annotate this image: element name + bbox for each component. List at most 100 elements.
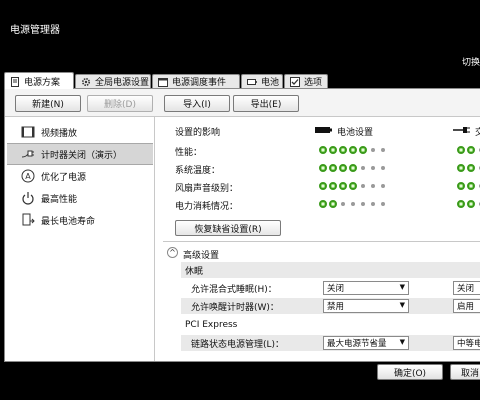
cancel-button[interactable]: 取消 <box>450 364 480 380</box>
select-value: 启用 <box>457 302 475 312</box>
rating-dot-filled <box>329 182 337 190</box>
window-title: 电源管理器 <box>10 25 60 36</box>
rating-dot-empty <box>381 202 385 206</box>
dropdown-arrow-icon: ▼ <box>399 338 405 346</box>
battery-column-label: 电池设置 <box>337 128 374 138</box>
dropdown-arrow-icon: ▼ <box>399 301 405 309</box>
dropdown-arrow-icon: ▼ <box>399 283 405 291</box>
calendar-icon <box>158 77 168 87</box>
advanced-title: 高级设置 <box>183 251 220 261</box>
tab-options[interactable]: 选项 <box>284 74 328 88</box>
import-button[interactable]: 导入(I) <box>164 95 230 112</box>
checkbox-icon <box>290 77 300 87</box>
rating-dot-filled <box>339 146 347 154</box>
plan-item-max-performance[interactable]: 最高性能 <box>7 187 153 209</box>
rating-dot-filled <box>319 182 327 190</box>
battery-rating-meter <box>319 164 387 172</box>
rating-dot-filled <box>467 200 475 208</box>
ac-rating-meter <box>457 146 480 154</box>
rating-dot-empty <box>381 148 385 152</box>
tab-power-plans[interactable]: 电源方案 <box>4 72 74 89</box>
top-right-label[interactable]: 切换 <box>462 55 480 68</box>
rating-dot-filled <box>349 182 357 190</box>
tab-label: 电源方案 <box>24 77 61 88</box>
rating-dot-empty <box>381 166 385 170</box>
rating-dot-filled <box>457 146 465 154</box>
collapse-icon[interactable]: ^ <box>167 247 178 258</box>
plan-item-timer-off[interactable]: 计时器关闭（演示） <box>7 143 153 165</box>
link-state-battery-select[interactable]: 最大电源节省量 ▼ <box>323 336 409 350</box>
rating-dot-empty <box>361 202 365 206</box>
rating-dot-filled <box>319 200 327 208</box>
plan-label: 优化了电源 <box>41 172 87 183</box>
plan-item-video[interactable]: 视频播放 <box>7 121 153 143</box>
setting-label: 链路状态电源管理(L)： <box>191 339 285 350</box>
rating-dot-empty <box>361 166 365 170</box>
rating-dot-filled <box>457 182 465 190</box>
delete-button[interactable]: 删除(D) <box>87 95 153 112</box>
link-state-ac-select[interactable]: 中等电源 <box>453 336 480 350</box>
tab-label: 电源调度事件 <box>172 78 227 88</box>
plan-label: 最长电池寿命 <box>41 216 96 227</box>
rating-dot-empty <box>371 166 375 170</box>
plug-icon <box>453 126 471 137</box>
plan-item-max-battery[interactable]: 最长电池寿命 <box>7 209 153 231</box>
toolbar: 新建(N) 删除(D) 导入(I) 导出(E) <box>5 89 480 117</box>
group-header-sleep: 休眠 <box>181 262 480 278</box>
tab-battery[interactable]: 电池 <box>241 74 283 88</box>
rating-label: 电力消耗情况： <box>175 202 239 212</box>
rating-dot-filled <box>467 182 475 190</box>
rating-dot-filled <box>349 146 357 154</box>
rating-dot-empty <box>371 202 375 206</box>
battery-rating-meter <box>319 182 387 190</box>
hybrid-sleep-ac-select[interactable]: 关闭 <box>453 281 480 295</box>
plan-list: 视频播放 计时器关闭（演示） A 优化了电源 最高性能 最长电池寿命 <box>5 117 155 361</box>
document-icon <box>10 76 20 87</box>
rating-dot-empty <box>381 184 385 188</box>
select-value: 禁用 <box>327 302 345 312</box>
rating-dot-filled <box>329 164 337 172</box>
rating-dot-filled <box>339 164 347 172</box>
tab-global-settings[interactable]: 全局电源设置 <box>75 74 151 88</box>
ac-column-label: 交 <box>475 128 480 138</box>
setting-label: 允许混合式睡眠(H)： <box>191 284 277 295</box>
rating-dot-filled <box>457 200 465 208</box>
impact-section-title: 设置的影响 <box>175 128 221 138</box>
rating-dot-filled <box>457 164 465 172</box>
select-value: 最大电源节省量 <box>327 339 387 349</box>
rating-dot-filled <box>467 164 475 172</box>
ac-rating-meter <box>457 182 480 190</box>
new-button[interactable]: 新建(N) <box>15 95 81 112</box>
ac-rating-meter <box>457 200 480 208</box>
tab-label: 电池 <box>261 78 280 88</box>
ac-rating-meter <box>457 164 480 172</box>
rating-dot-filled <box>319 146 327 154</box>
wake-timers-ac-select[interactable]: 启用 <box>453 299 480 313</box>
power-icon <box>21 191 35 205</box>
battery-extend-icon <box>21 213 35 227</box>
svg-text:A: A <box>25 172 31 181</box>
title-bar: 电源管理器 切换 <box>0 0 480 72</box>
rating-dot-filled <box>349 164 357 172</box>
rating-label: 系统温度： <box>175 166 221 176</box>
rating-dot-empty <box>341 202 345 206</box>
restore-defaults-button[interactable]: 恢复缺省设置(R) <box>175 220 281 236</box>
plug-icon <box>21 147 35 161</box>
export-button[interactable]: 导出(E) <box>233 95 299 112</box>
a-circle-icon: A <box>21 169 35 183</box>
hybrid-sleep-battery-select[interactable]: 关闭 ▼ <box>323 281 409 295</box>
group-title: 休眠 <box>185 266 204 277</box>
rating-dot-filled <box>359 146 367 154</box>
video-icon <box>21 125 35 139</box>
battery-icon <box>247 77 257 86</box>
settings-content: 设置的影响 电池设置 交 性能： 系统温度： 风扇声音级别： 电力消耗情况： 恢复缺省… <box>163 117 480 361</box>
tab-label: 选项 <box>304 78 323 88</box>
group-title: PCI Express <box>185 320 238 330</box>
rating-label: 性能： <box>175 148 203 158</box>
plan-item-optimized[interactable]: A 优化了电源 <box>7 165 153 187</box>
tab-power-schedule[interactable]: 电源调度事件 <box>152 74 240 88</box>
ok-button[interactable]: 确定(O) <box>377 364 443 380</box>
ac-column-header: 交 <box>453 125 480 138</box>
wake-timers-battery-select[interactable]: 禁用 ▼ <box>323 299 409 313</box>
battery-column-header: 电池设置 <box>315 125 373 138</box>
